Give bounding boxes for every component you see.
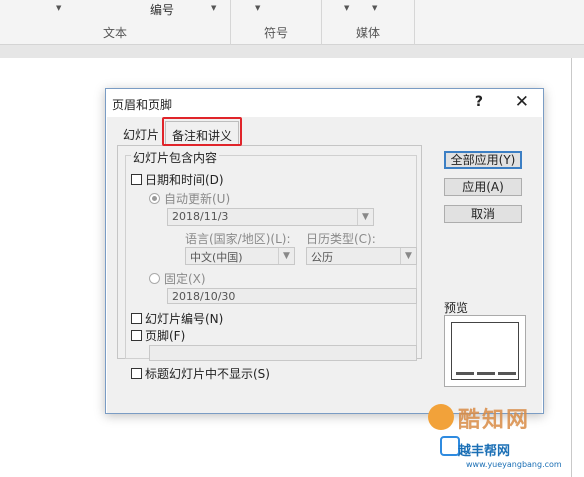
preview-page [451, 322, 519, 380]
preview-placeholder [456, 372, 474, 375]
checkbox-box[interactable] [131, 368, 142, 379]
header-footer-dialog: 页眉和页脚 ? ✕ 幻灯片 备注和讲义 幻灯片包含内容 日期和时间(D) 自动更… [105, 88, 544, 414]
ribbon-divider [414, 0, 415, 45]
footer-label: 页脚(F) [145, 329, 186, 343]
fixed-label: 固定(X) [164, 272, 206, 286]
date-time-label: 日期和时间(D) [145, 173, 224, 187]
chevron-down-icon[interactable]: ▼ [372, 4, 377, 12]
include-group-title: 幻灯片包含内容 [131, 149, 220, 166]
calendar-select[interactable]: 公历 ▼ [306, 247, 417, 265]
auto-update-date-select[interactable]: 2018/11/3 ▼ [167, 208, 374, 226]
chevron-down-icon[interactable]: ▼ [344, 4, 349, 12]
language-select[interactable]: 中文(中国) ▼ [185, 247, 295, 265]
language-label: 语言(国家/地区)(L): [185, 232, 291, 246]
preview-box [444, 315, 526, 387]
apply-all-button[interactable]: 全部应用(Y) [444, 151, 522, 169]
checkbox-box[interactable] [131, 174, 142, 185]
radio-dot[interactable] [149, 273, 160, 284]
ribbon-group-symbols: ▼ 符号 [231, 0, 321, 45]
checkbox-box[interactable] [131, 313, 142, 324]
ribbon: ▼ 编号 ▼ 文本 ▼ 符号 ▼ ▼ 媒体 [0, 0, 584, 45]
checkbox-box[interactable] [131, 330, 142, 341]
watermark-url: www.yueyangbang.com [466, 460, 562, 469]
hide-on-title-slide-checkbox[interactable]: 标题幻灯片中不显示(S) [131, 365, 270, 382]
slide-number-label: 幻灯片编号(N) [145, 312, 224, 326]
dialog-title: 页眉和页脚 [112, 98, 173, 112]
preview-placeholder [498, 372, 516, 375]
language-value: 中文(中国) [190, 251, 243, 264]
watermark-kuzhi: 酷知网 [458, 408, 531, 433]
hide-on-title-slide-label: 标题幻灯片中不显示(S) [145, 367, 270, 381]
chevron-down-icon[interactable]: ▼ [357, 209, 373, 225]
auto-update-date-value: 2018/11/3 [172, 210, 229, 223]
chevron-down-icon[interactable]: ▼ [56, 4, 61, 12]
watermark-home-icon [440, 436, 460, 456]
radio-dot[interactable] [149, 193, 160, 204]
apply-button[interactable]: 应用(A) [444, 178, 522, 196]
dialog-titlebar[interactable]: 页眉和页脚 ? ✕ [106, 89, 543, 117]
cancel-button[interactable]: 取消 [444, 205, 522, 223]
auto-update-radio[interactable]: 自动更新(U) [149, 190, 230, 207]
ribbon-group-media: ▼ ▼ 媒体 [322, 0, 414, 45]
close-icon[interactable]: ✕ [515, 92, 529, 112]
chevron-down-icon[interactable]: ▼ [211, 4, 216, 12]
group-label-text: 文本 [102, 26, 127, 40]
watermark-logo-icon [428, 404, 454, 430]
help-icon[interactable]: ? [475, 94, 483, 110]
auto-update-label: 自动更新(U) [164, 192, 231, 206]
footer-checkbox[interactable]: 页脚(F) [131, 327, 185, 344]
fixed-date-input[interactable]: 2018/10/30 [167, 288, 417, 304]
chevron-down-icon[interactable]: ▼ [278, 248, 294, 264]
chevron-down-icon[interactable]: ▼ [400, 248, 416, 264]
calendar-label: 日历类型(C): [306, 232, 376, 246]
tab-slide[interactable]: 幻灯片 [117, 123, 165, 145]
date-time-checkbox[interactable]: 日期和时间(D) [131, 171, 224, 188]
chevron-down-icon[interactable]: ▼ [255, 4, 260, 12]
calendar-value: 公历 [311, 251, 333, 264]
footer-input[interactable] [149, 345, 417, 361]
fixed-date-value: 2018/10/30 [172, 290, 236, 303]
watermark-yuefeng: 越丰帮网 [458, 444, 511, 459]
slide-number-checkbox[interactable]: 幻灯片编号(N) [131, 310, 223, 327]
ribbon-group-text: ▼ 编号 ▼ 文本 [0, 0, 230, 45]
dialog-body: 幻灯片 备注和讲义 幻灯片包含内容 日期和时间(D) 自动更新(U) 2018/… [107, 117, 542, 413]
highlight-box [162, 117, 242, 146]
group-label-symbols: 符号 [263, 26, 288, 40]
numbering-label[interactable]: 编号 [150, 1, 174, 18]
fixed-radio[interactable]: 固定(X) [149, 270, 206, 287]
group-label-media: 媒体 [355, 26, 380, 40]
preview-label: 预览 [444, 301, 469, 315]
preview-placeholder [477, 372, 495, 375]
